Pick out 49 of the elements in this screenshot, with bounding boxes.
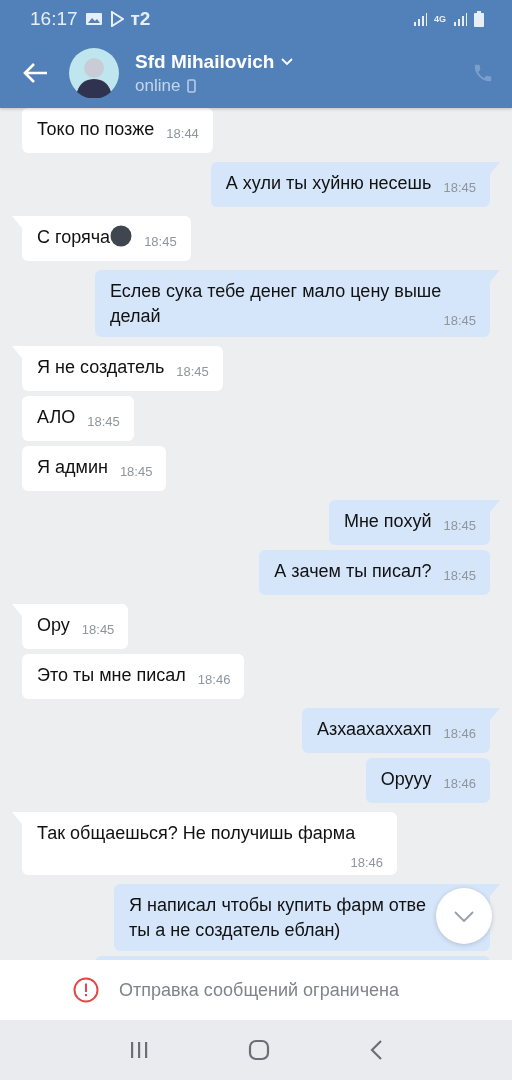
message-time: 18:46 — [443, 725, 476, 743]
message-text: Я админ — [37, 457, 108, 477]
avatar[interactable] — [69, 48, 119, 98]
status-time: 16:17 — [30, 8, 78, 30]
message-time: 18:45 — [119, 463, 153, 481]
message-text: Еслев сука тебе денег мало цену выше делай — [110, 281, 442, 326]
message-text: Орууу — [380, 769, 432, 789]
message-text: Это ты мне писал — [37, 665, 186, 685]
phone-device-icon — [187, 78, 197, 93]
home-icon[interactable] — [248, 1039, 270, 1061]
message-text: Так общаешься? Не получишь фарма — [37, 823, 356, 843]
back-arrow-icon[interactable] — [22, 62, 48, 84]
signal-icon — [453, 12, 467, 26]
online-status: online — [135, 75, 181, 96]
message-time: 18:45 — [176, 363, 209, 381]
message-text: Мне похуй — [343, 511, 432, 531]
message-time: 18:45 — [144, 233, 177, 251]
message-time: 18:46 — [350, 854, 383, 872]
message-text: А хули ты хуйню несешь — [225, 173, 432, 193]
message-time: 18:46 — [443, 775, 476, 793]
carrier-logo: т2 — [130, 8, 151, 30]
image-icon — [84, 12, 103, 26]
chevron-down-icon — [454, 910, 474, 922]
message-text: Токо по позже — [37, 119, 155, 139]
message-text: Азхаахаххахп — [317, 719, 432, 739]
warning-icon — [73, 977, 99, 1003]
message-time: 18:45 — [443, 312, 476, 330]
message-text: АЛО — [37, 407, 76, 427]
message-text: Я написал чтобы купить фарм отве ты а не создатель еблан) — [129, 895, 426, 940]
message-time: 18:46 — [197, 671, 231, 689]
signal-icon — [413, 12, 427, 26]
restriction-notice: Отправка сообщений ограничена — [119, 979, 399, 1001]
message-time: 18:44 — [166, 125, 199, 143]
message-text: Ору — [37, 615, 70, 635]
message-time: 18:45 — [443, 517, 476, 535]
recent-apps-icon[interactable] — [129, 1040, 150, 1060]
message-time: 18:45 — [87, 413, 120, 431]
message-time: 18:45 — [81, 621, 115, 639]
message-time: 18:45 — [443, 567, 476, 585]
message-text: С горяча — [37, 227, 111, 247]
message-text: Я не создатель — [37, 357, 165, 377]
back-icon[interactable] — [368, 1039, 383, 1061]
message-time: 18:45 — [443, 179, 476, 197]
play-icon — [109, 11, 124, 27]
network-type: 4G — [434, 14, 446, 24]
chevron-down-icon[interactable] — [281, 57, 294, 66]
message-text: А зачем ты писал? — [274, 561, 432, 581]
battery-icon — [474, 11, 484, 27]
contact-name[interactable]: Sfd Mihailovich — [135, 50, 275, 73]
